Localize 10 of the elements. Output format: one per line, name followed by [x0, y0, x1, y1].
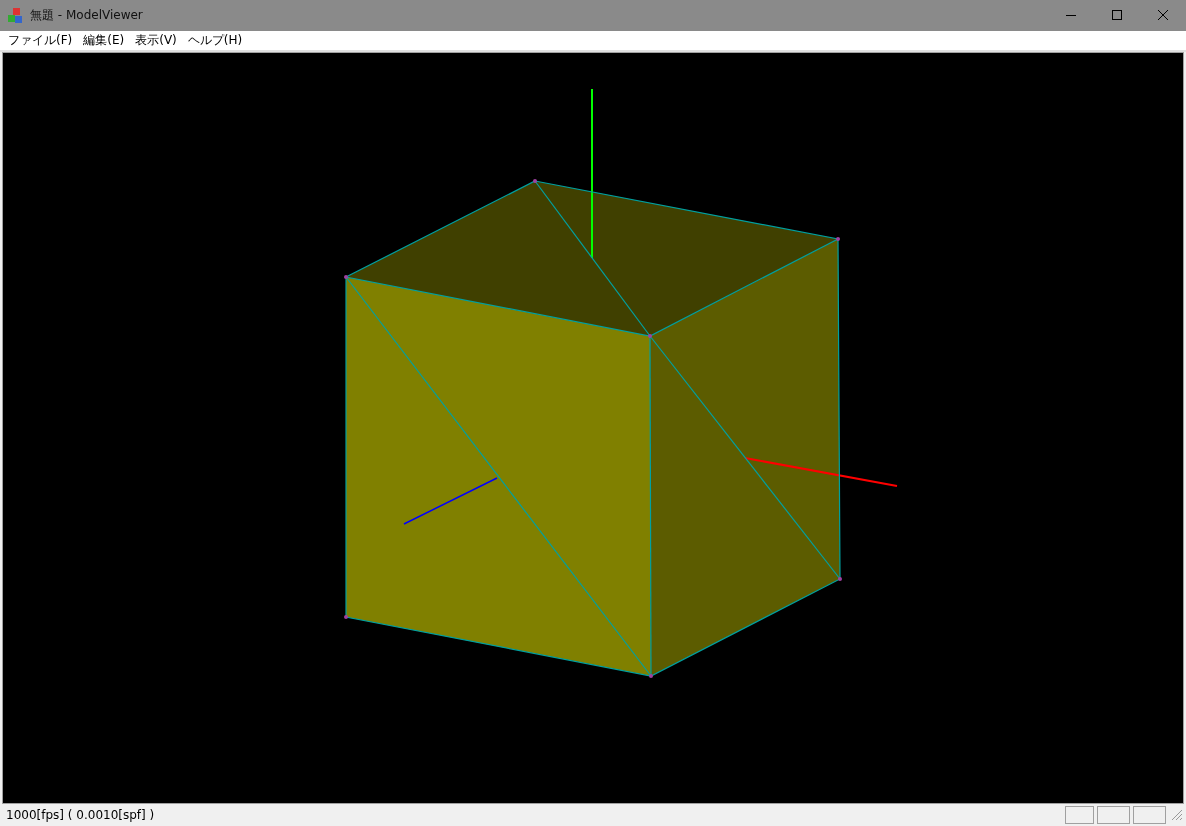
menu-item[interactable]: 編集(E)	[79, 32, 132, 49]
status-text: 1000[fps] ( 0.0010[spf] )	[6, 808, 155, 822]
menu-item[interactable]: ファイル(F)	[4, 32, 80, 49]
menu-item[interactable]: 表示(V)	[131, 32, 184, 49]
menu-item[interactable]: ヘルプ(H)	[183, 32, 250, 49]
status-pane	[1097, 806, 1130, 824]
status-pane	[1133, 806, 1166, 824]
status-pane	[1065, 806, 1094, 824]
app-icon	[8, 7, 24, 24]
window-title: 無題 - ModelViewer	[30, 7, 143, 24]
